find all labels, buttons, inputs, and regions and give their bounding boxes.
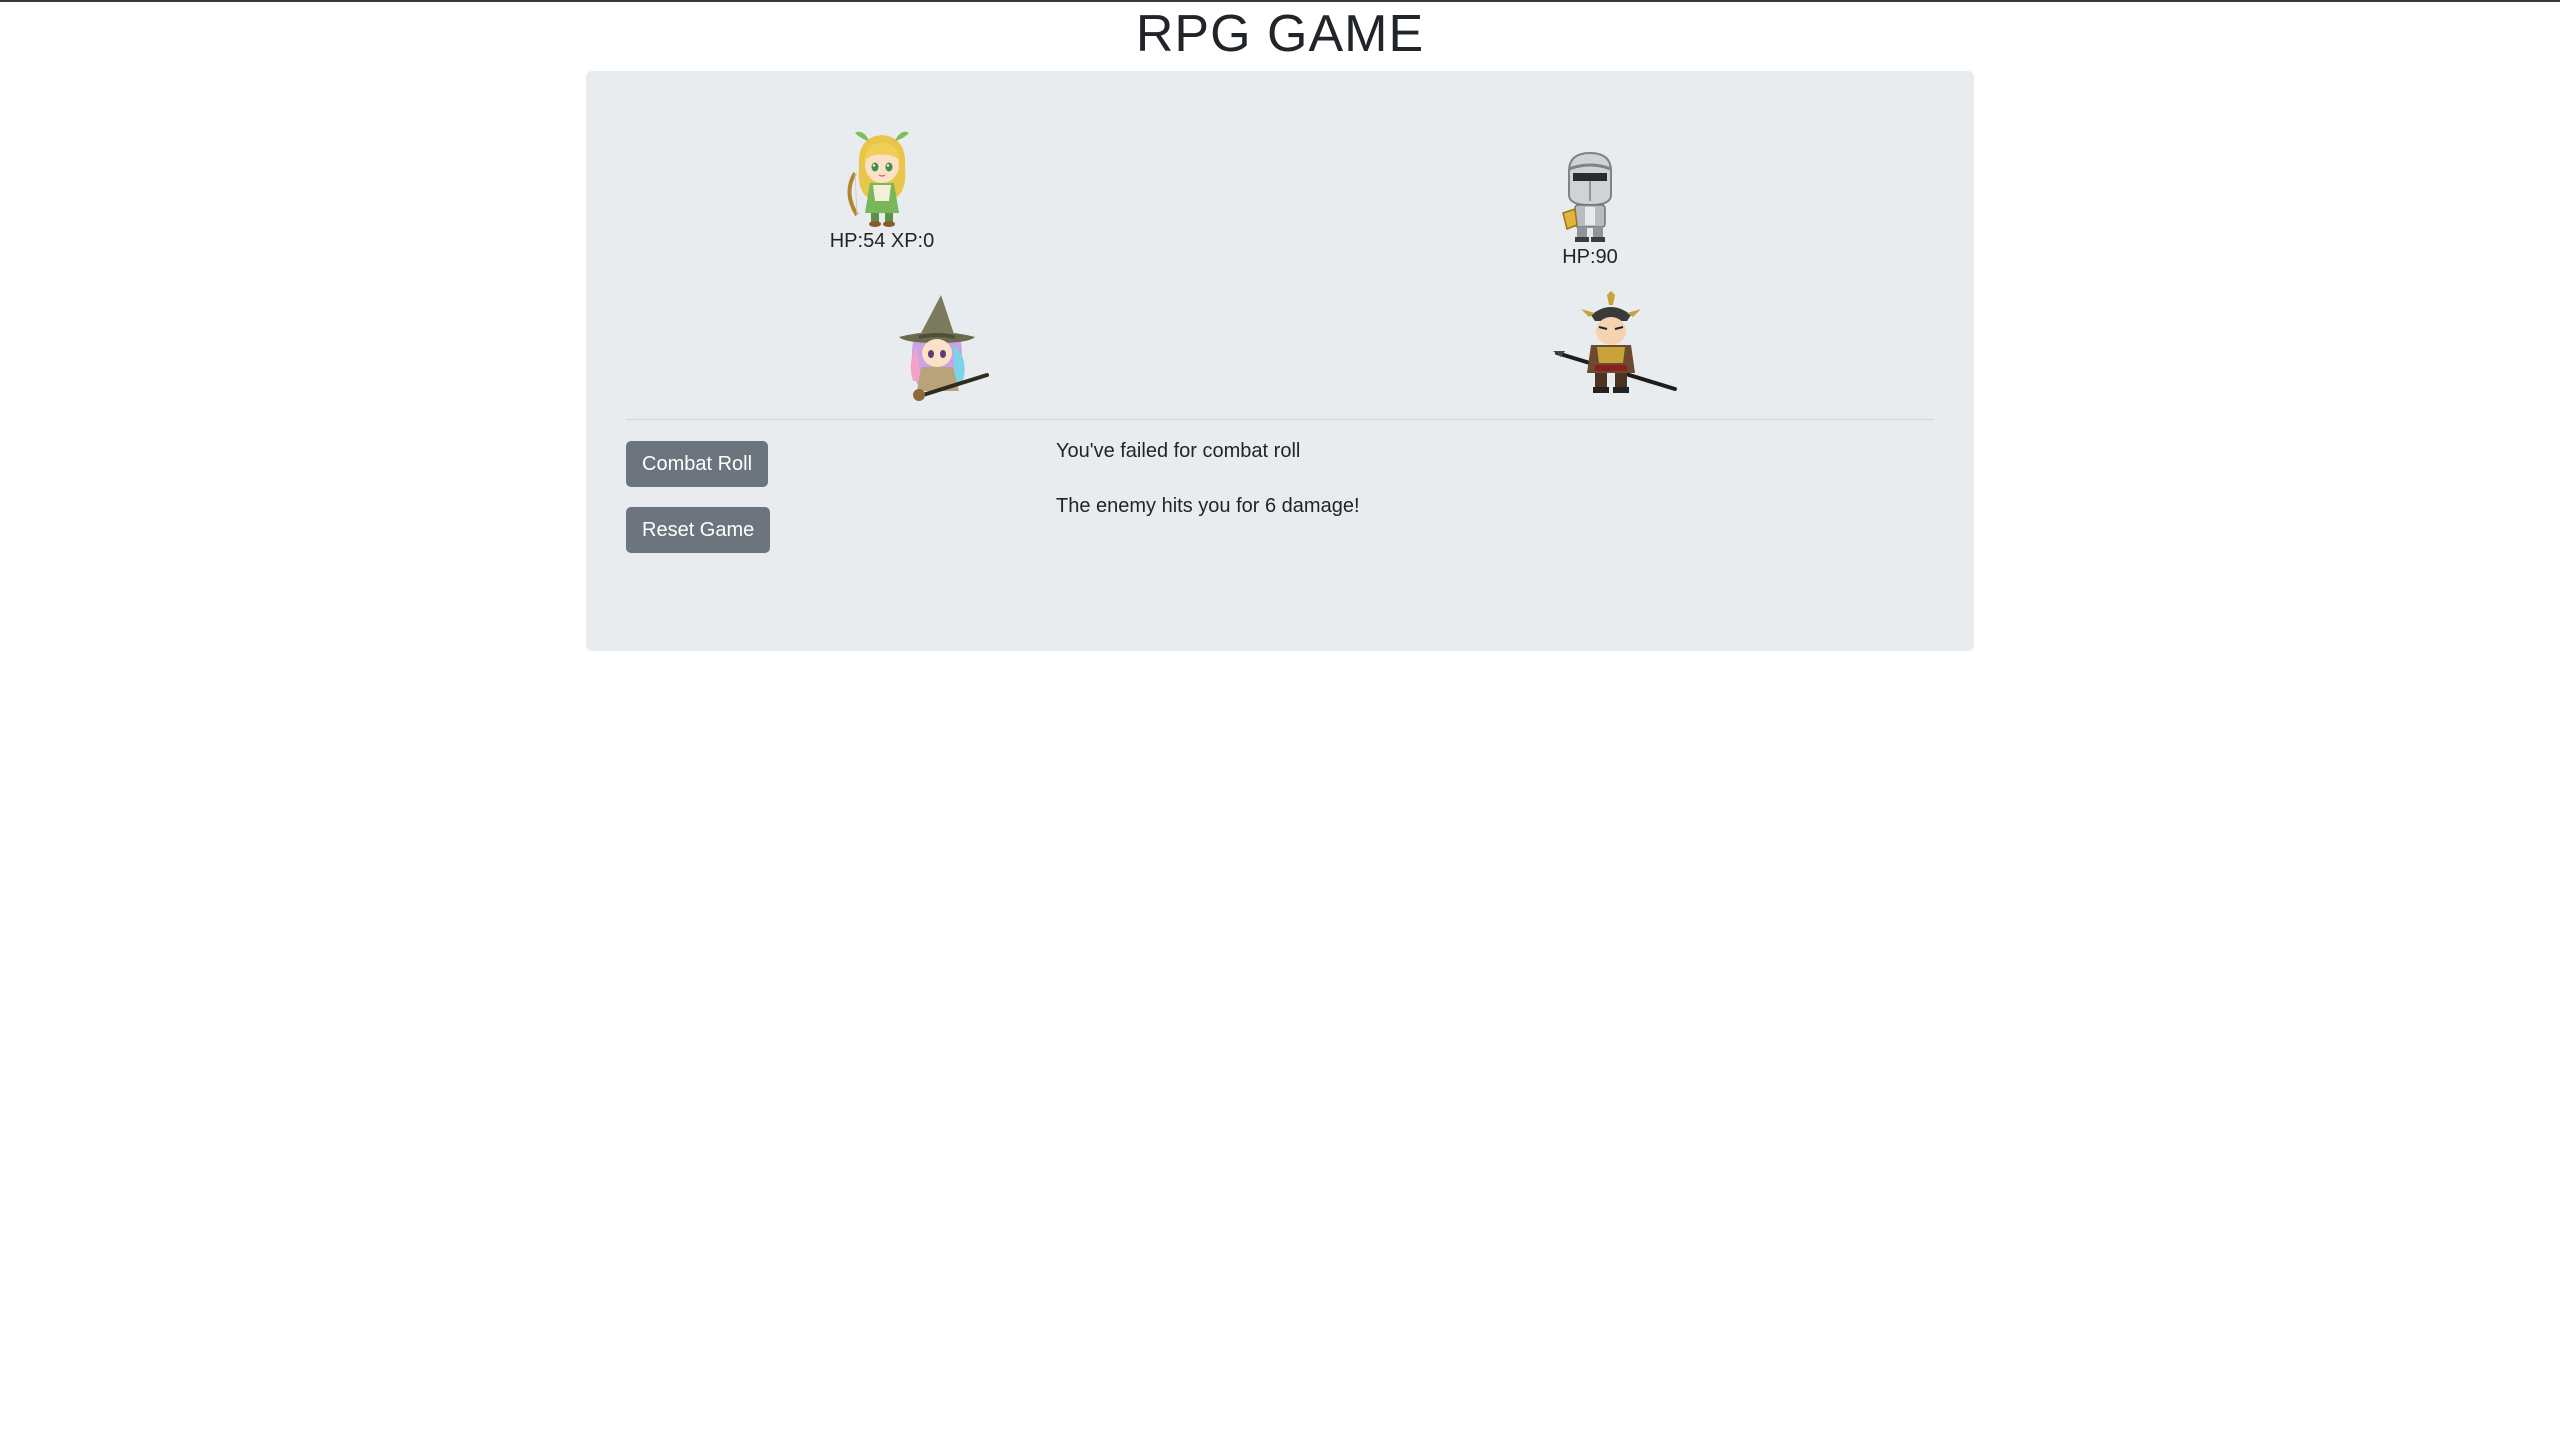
knight-sprite xyxy=(1562,151,1612,242)
player-stats: HP:54 XP:0 xyxy=(829,230,935,252)
spear-warrior-sprite xyxy=(1553,291,1677,393)
elf-archer-sprite xyxy=(847,131,909,227)
player-character[interactable]: HP:54 XP:0 xyxy=(822,127,942,253)
enemy-character[interactable]: HP:90 xyxy=(1530,149,1650,269)
party-member-character[interactable] xyxy=(878,291,998,401)
enemy-stats: HP:90 xyxy=(1562,246,1618,268)
wizard-sprite xyxy=(899,295,989,401)
game-panel: HP:54 XP:0 HP:90 Combat Roll Reset Game … xyxy=(586,71,1974,651)
combat-roll-button[interactable]: Combat Roll xyxy=(626,441,769,487)
combat-log: You've failed for combat roll The enemy … xyxy=(1056,438,1856,548)
log-line: The enemy hits you for 6 damage! xyxy=(1056,495,1360,517)
top-border xyxy=(0,0,2560,2)
enemy-ally-character[interactable] xyxy=(1546,291,1686,397)
reset-game-button[interactable]: Reset Game xyxy=(626,507,771,553)
section-divider xyxy=(626,419,1934,420)
page-title: RPG GAME xyxy=(1135,5,1425,63)
log-line: You've failed for combat roll xyxy=(1056,440,1301,462)
